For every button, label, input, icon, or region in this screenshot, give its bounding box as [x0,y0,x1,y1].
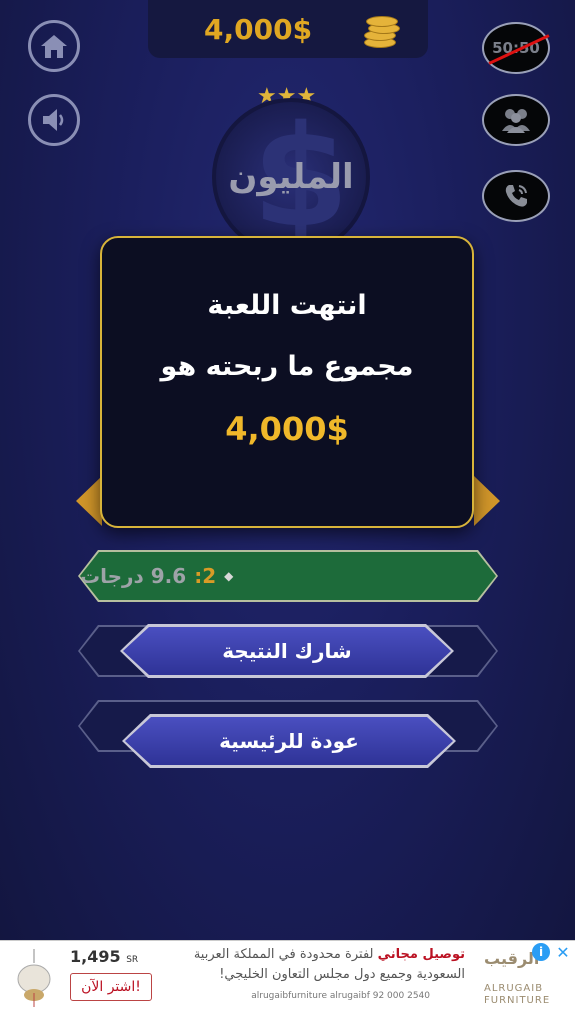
question-box-right-tip [474,476,500,526]
answer-text: 9.6 درجات [80,564,187,588]
share-result-button[interactable]: شارك النتيجة [120,624,454,678]
ad-brand-english: ALRUGAIB FURNITURE [484,983,551,1006]
logo-name: المليون [228,157,354,197]
balance-amount: 4,000$ [204,12,313,46]
dialog-subtitle: مجموع ما ربحته هو [160,351,414,382]
back-home-label: عودة للرئيسية [125,717,453,765]
audience-button[interactable] [482,94,550,146]
phone-friend-button[interactable] [482,170,550,222]
ad-info-icon[interactable]: i [532,943,550,961]
question-box-left-tip [76,476,102,526]
diamond-icon: ◆ [224,569,234,583]
ad-headline: توصيل مجاني لفترة محدودة في المملكة العر… [193,947,465,962]
ad-close-icon[interactable]: ✕ [554,943,572,962]
home-button[interactable] [28,20,80,72]
ad-buy-button[interactable]: اشتر الآن! [70,973,152,1001]
ad-social: alrugaibfurniture alrugaibf 92 000 2540 [251,991,430,1001]
share-result-label: شارك النتيجة [123,627,451,675]
lamp-image [17,949,51,1007]
coins-icon [362,11,400,48]
fifty-fifty-label: 50:50 [488,34,550,65]
answer-row-correct: ◆ 2: 9.6 درجات [78,550,498,602]
back-home-button[interactable]: عودة للرئيسية [122,714,456,768]
ad-banner[interactable]: 1,495 SR اشتر الآن! توصيل مجاني لفترة مح… [0,940,575,1025]
fifty-fifty-button[interactable]: 50:50 [482,22,550,74]
answer-number: 2: [194,564,217,588]
audience-icon [502,109,530,133]
ad-price: 1,495 SR [70,947,139,966]
prize-amount: 4,000$ [225,410,349,448]
sound-button[interactable] [28,94,80,146]
speaker-icon [43,109,64,131]
game-over-dialog: انتهت اللعبة مجموع ما ربحته هو 4,000$ [100,236,474,528]
phone-icon [505,185,527,207]
game-logo: $ المليون [212,98,370,256]
ad-subline: السعودية وجميع دول مجلس التعاون الخليجي! [219,967,465,982]
home-icon [41,35,67,58]
dialog-title: انتهت اللعبة [207,290,367,321]
balance-bar: 4,000$ [148,0,428,58]
